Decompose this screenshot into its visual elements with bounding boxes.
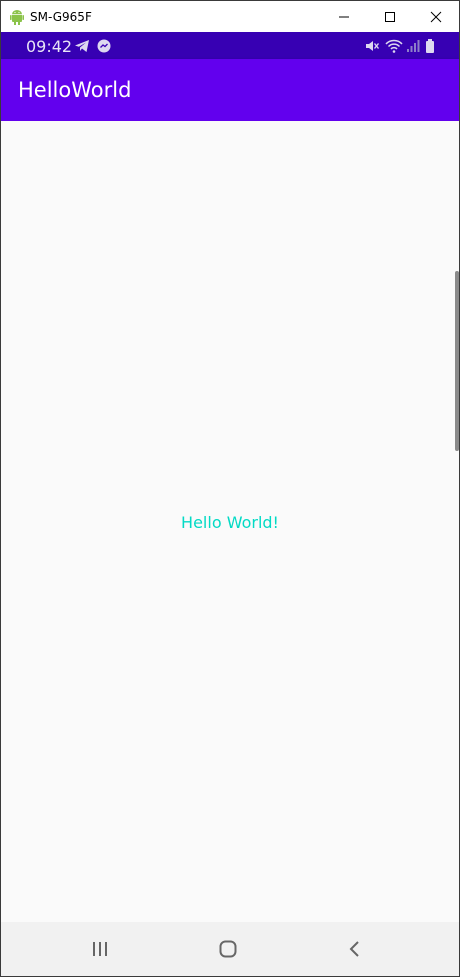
navigation-bar (1, 922, 459, 976)
hello-world-text: Hello World! (181, 513, 279, 532)
back-icon[interactable] (344, 938, 366, 960)
telegram-icon (74, 38, 90, 54)
recents-icon[interactable] (89, 938, 111, 960)
app-bar: HelloWorld (1, 59, 459, 121)
wifi-icon (385, 38, 403, 54)
scrollbar[interactable] (455, 271, 459, 451)
minimize-icon[interactable] (321, 1, 367, 32)
android-icon (9, 9, 25, 25)
mute-icon (364, 38, 380, 54)
battery-icon (424, 38, 440, 54)
messenger-icon (96, 38, 112, 54)
window-title: SM-G965F (30, 9, 92, 24)
status-time: 09:42 (26, 37, 73, 56)
status-bar: 09:42 (1, 32, 459, 59)
maximize-icon[interactable] (367, 1, 413, 32)
main-content: Hello World! (1, 121, 459, 922)
signal-icon (406, 38, 422, 54)
home-icon[interactable] (217, 938, 239, 960)
emulator-window: SM-G965F 09:42 HelloWorld Hello World! (0, 0, 460, 977)
close-icon[interactable] (413, 1, 459, 32)
window-controls (321, 1, 459, 32)
app-title: HelloWorld (18, 78, 132, 102)
window-titlebar: SM-G965F (1, 1, 459, 32)
